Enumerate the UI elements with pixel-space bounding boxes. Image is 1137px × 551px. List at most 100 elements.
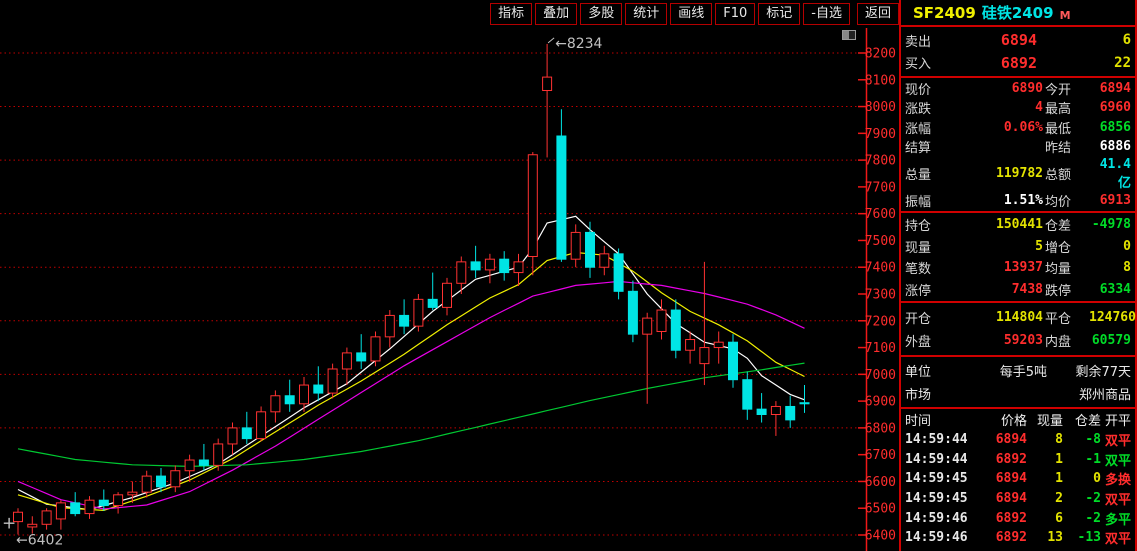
candle-up[interactable] [385, 315, 394, 336]
candle-down[interactable] [557, 136, 566, 259]
btn-f10[interactable]: F10 [715, 3, 755, 25]
candle-down[interactable] [199, 460, 208, 465]
candle-up[interactable] [328, 369, 337, 393]
field-label: 现价 [905, 79, 951, 98]
time-sales-section[interactable]: 时间价格现量仓差开平14:59:4468948-8双平14:59:4468921… [901, 409, 1135, 551]
unit-value: 每手5吨 [951, 361, 1047, 380]
btn-watchlist-remove[interactable]: -自选 [803, 3, 850, 25]
tape-price: 6894 [969, 432, 1027, 447]
ask-qty: 6 [1037, 32, 1131, 48]
candle-up[interactable] [142, 476, 151, 492]
tape-row[interactable]: 14:59:4468948-8双平 [901, 430, 1135, 450]
candle-up[interactable] [85, 500, 94, 513]
tape-header: 时间价格现量仓差开平 [901, 409, 1135, 430]
candle-down[interactable] [743, 380, 752, 409]
tape-price: 6892 [969, 452, 1027, 467]
candle-up[interactable] [342, 353, 351, 369]
candle-up[interactable] [714, 342, 723, 347]
candle-up[interactable] [271, 396, 280, 412]
quote-row: 涨停7438跌停6334 [901, 280, 1135, 299]
candle-up[interactable] [485, 259, 494, 270]
field-label: 结算 [905, 137, 951, 156]
candle-down[interactable] [757, 409, 766, 414]
tape-row[interactable]: 14:59:4468921-1双平 [901, 450, 1135, 470]
panel-toggle-icon[interactable] [842, 30, 856, 40]
candle-up[interactable] [28, 524, 37, 527]
candle-down[interactable] [357, 353, 366, 361]
candle-down[interactable] [428, 299, 437, 307]
candle-up[interactable] [528, 155, 537, 257]
tape-open-close-flag: 双平 [1101, 528, 1131, 547]
candle-down[interactable] [586, 232, 595, 267]
candle-up[interactable] [414, 299, 423, 326]
axis-tick-label: 7100 [865, 341, 896, 356]
candle-down[interactable] [242, 428, 251, 439]
candle-up[interactable] [571, 232, 580, 259]
candle-down[interactable] [671, 310, 680, 350]
futures-terminal: 指标叠加多股统计画线F10标记-自选返回 8200810080007900780… [0, 0, 1137, 551]
candle-up[interactable] [657, 310, 666, 331]
candle-up[interactable] [185, 460, 194, 471]
tape-row[interactable]: 14:59:45689410多换 [901, 469, 1135, 489]
ask-row[interactable]: 卖出 6894 6 [901, 31, 1135, 50]
candle-up[interactable] [457, 262, 466, 283]
bid-row[interactable]: 买入 6892 22 [901, 53, 1135, 72]
tape-time: 14:59:44 [905, 432, 969, 447]
position-section: 持仓150441仓差-4978现量5增仓0笔数13937均量8涨停7438跌停6… [901, 213, 1135, 303]
candle-down[interactable] [99, 500, 108, 505]
field-value: 8 [1089, 260, 1131, 275]
tape-open-close-flag: 多换 [1101, 469, 1131, 488]
candle-up[interactable] [114, 495, 123, 506]
candle-up[interactable] [543, 77, 552, 90]
candle-up[interactable] [771, 406, 780, 414]
candle-up[interactable] [56, 503, 65, 519]
candle-up[interactable] [643, 318, 652, 334]
candle-up[interactable] [371, 337, 380, 361]
tape-open-close-flag: 双平 [1101, 489, 1131, 508]
axis-tick-label: 6500 [865, 502, 896, 517]
instrument-symbol: SF2409 [913, 4, 976, 22]
candle-up[interactable] [300, 385, 309, 404]
btn-overlay[interactable]: 叠加 [535, 3, 577, 25]
candle-up[interactable] [700, 348, 709, 364]
btn-statistics[interactable]: 统计 [625, 3, 667, 25]
candle-down[interactable] [500, 259, 509, 272]
tape-row[interactable]: 14:59:4668926-2多平 [901, 508, 1135, 528]
candle-down[interactable] [314, 385, 323, 393]
candle-down[interactable] [614, 254, 623, 291]
btn-back[interactable]: 返回 [857, 3, 899, 25]
field-label: 涨跌 [905, 98, 951, 117]
candle-up[interactable] [214, 444, 223, 465]
crosshair-mark: + [2, 513, 16, 533]
tape-header-cell: 时间 [905, 410, 969, 429]
tape-row[interactable]: 14:59:4568942-2双平 [901, 489, 1135, 509]
candle-down[interactable] [71, 503, 80, 514]
candle-up[interactable] [228, 428, 237, 444]
candle-down[interactable] [729, 342, 738, 379]
candle-up[interactable] [257, 412, 266, 439]
candle-down[interactable] [285, 396, 294, 404]
candle-up[interactable] [42, 511, 51, 524]
candlestick-chart[interactable]: 8200810080007900780077007600750074007300… [0, 28, 899, 551]
candle-down[interactable] [157, 476, 166, 487]
field-label: 总量 [905, 164, 951, 183]
candle-up[interactable] [686, 340, 695, 351]
field-value: 41.4亿 [1089, 157, 1131, 191]
field-label: 仓差 [1043, 215, 1089, 234]
candle-down[interactable] [800, 403, 809, 404]
btn-indicator[interactable]: 指标 [490, 3, 532, 25]
candle-down[interactable] [628, 291, 637, 334]
tape-row[interactable]: 14:59:47689413-7空平 [901, 548, 1135, 551]
btn-draw-line[interactable]: 画线 [670, 3, 712, 25]
candle-up[interactable] [171, 471, 180, 487]
btn-mark[interactable]: 标记 [758, 3, 800, 25]
candle-up[interactable] [514, 262, 523, 273]
candle-up[interactable] [443, 283, 452, 307]
tape-row[interactable]: 14:59:46689213-13双平 [901, 528, 1135, 548]
candle-up[interactable] [600, 254, 609, 267]
candle-down[interactable] [400, 315, 409, 326]
candle-up[interactable] [128, 492, 137, 495]
candle-down[interactable] [471, 262, 480, 270]
candle-down[interactable] [786, 406, 795, 419]
btn-multi-stock[interactable]: 多股 [580, 3, 622, 25]
